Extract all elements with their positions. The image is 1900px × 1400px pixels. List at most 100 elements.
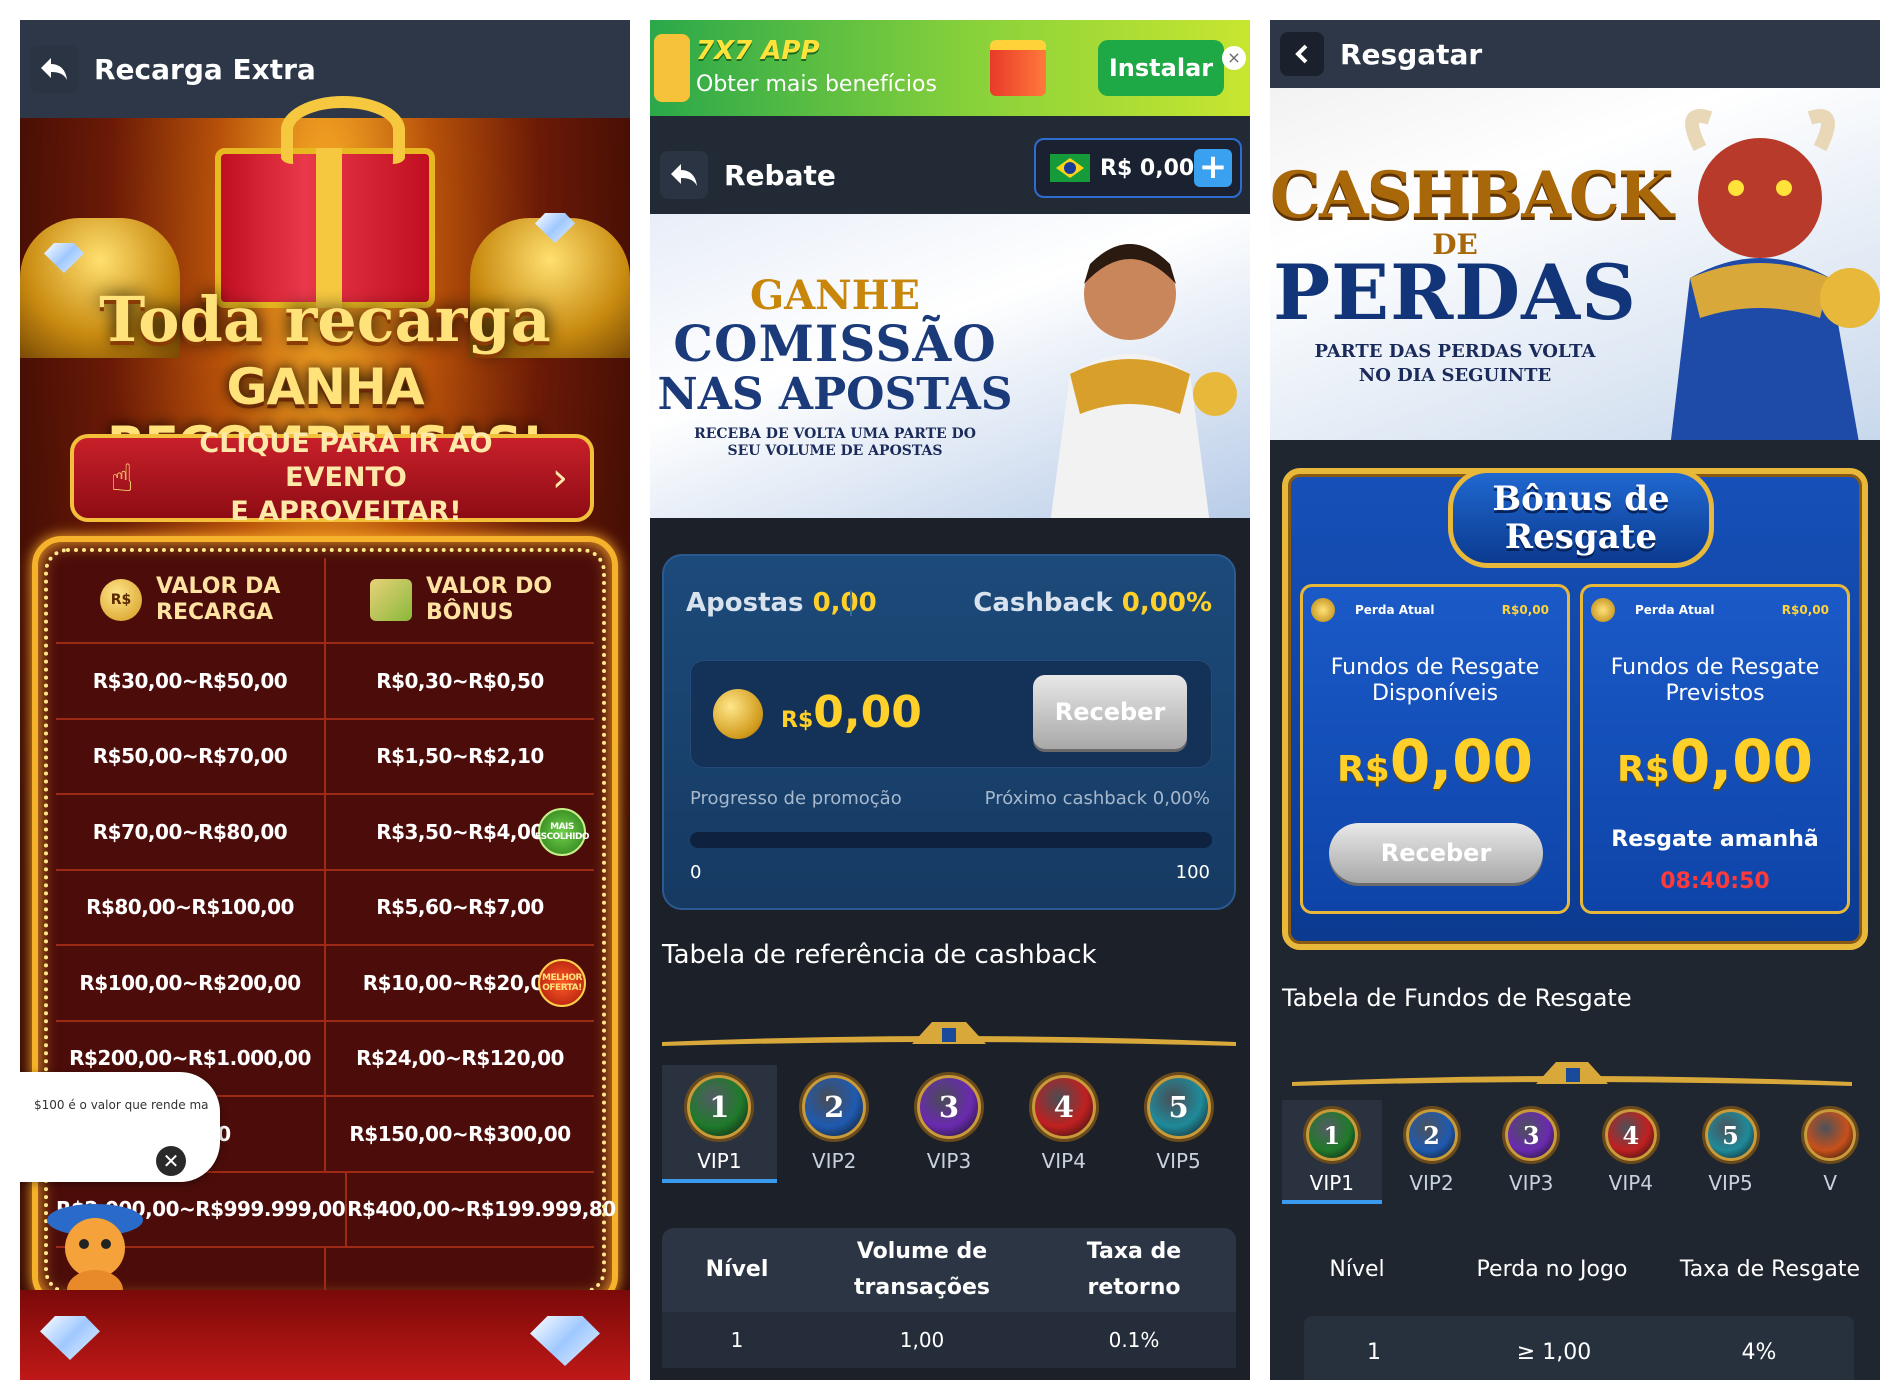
- bets-label: Apostas: [686, 588, 804, 618]
- available-funds-box: Perda Atual R$0,00 Fundos de Resgate Dis…: [1300, 584, 1570, 914]
- rate-cell: 4%: [1741, 1339, 1777, 1365]
- tab-label: V: [1823, 1171, 1838, 1195]
- plaque-line-2: Resgate: [1504, 517, 1658, 557]
- bets-value: 0,00: [812, 588, 877, 618]
- back-button[interactable]: [1280, 32, 1324, 76]
- recarga-extra-screen: Recarga Extra Toda recarga GANHA RECOMPE…: [20, 20, 630, 1380]
- table-header: Nível Volume de transações Taxa de retor…: [662, 1228, 1236, 1312]
- bonus-value-cell: R$400,00~R$199.999,80: [347, 1173, 616, 1247]
- current-loss-value: R$0,00: [1781, 603, 1829, 617]
- table-header: R$ VALOR DA RECARGA VALOR DO BÔNUS: [56, 558, 594, 644]
- cashback-label: Cashback: [973, 588, 1113, 618]
- tab-label: VIP3: [1508, 1171, 1554, 1195]
- promo-banner: Toda recarga GANHA RECOMPENSAS! ☝ CLIQUE…: [20, 96, 630, 1380]
- tab-vip-4[interactable]: 4 VIP4: [1581, 1100, 1681, 1204]
- box-title: Fundos de Resgate Previstos: [1610, 655, 1820, 706]
- col-loss-header: Perda no Jogo: [1476, 1256, 1628, 1282]
- available-amount: R$0,00: [1303, 727, 1567, 795]
- app-logo-icon: [654, 34, 690, 102]
- plaque-line-1: Bônus de: [1492, 479, 1670, 519]
- vip-badge-icon: 5: [1704, 1109, 1757, 1161]
- bonus-value-cell: R$1,50~R$2,10: [326, 720, 594, 794]
- resgatar-screen: Resgatar CASHBACK DE PERDAS PARTE DAS PE…: [1270, 20, 1880, 1380]
- vip-badge-icon: [1804, 1109, 1857, 1161]
- recharge-value-cell: R$100,00~R$200,00: [56, 946, 326, 1020]
- col-bonus-label-1: VALOR DO: [426, 574, 553, 599]
- tooltip-popup: $100 é o valor que rende ma ✕: [20, 1072, 220, 1182]
- ad-title: 7X7 APP: [696, 36, 820, 66]
- go-to-event-button[interactable]: ☝ CLIQUE PARA IR AO EVENTO E APROVEITAR!…: [70, 428, 594, 527]
- cashback-card: Apostas 0,00 Cashback 0,00% R$0,00 Receb…: [662, 554, 1236, 910]
- tab-vip-more[interactable]: V: [1780, 1100, 1880, 1204]
- recharge-value-cell: R$80,00~R$100,00: [56, 870, 326, 944]
- claim-box: R$0,00 Receber: [690, 660, 1212, 768]
- close-icon[interactable]: ✕: [156, 1146, 186, 1176]
- tab-label: VIP4: [1041, 1149, 1086, 1173]
- vip-badge-icon: 2: [802, 1075, 867, 1139]
- tab-vip-1[interactable]: 1 VIP1: [662, 1065, 777, 1183]
- section-title: Tabela de referência de cashback: [662, 940, 1097, 970]
- divider: [850, 590, 852, 616]
- loss-cell: ≥ 1,00: [1516, 1339, 1592, 1365]
- receive-button[interactable]: Receber: [1033, 675, 1187, 749]
- col-bonus-header: VALOR DO BÔNUS: [326, 558, 594, 642]
- vip-tab-bar: 1 VIP1 2 VIP2 3 VIP3 4 VIP4 5 VIP5: [662, 1065, 1236, 1183]
- rebate-screen: 7X7 APP Obter mais benefícios Instalar ×…: [650, 20, 1250, 1380]
- tab-label: VIP1: [1309, 1171, 1355, 1195]
- banner-line-1: GANHE: [749, 272, 921, 319]
- progress-min: 0: [690, 862, 702, 883]
- gold-ornament-divider: [662, 1022, 1236, 1046]
- tab-vip-5[interactable]: 5 VIP5: [1681, 1100, 1781, 1204]
- hero-character-image: [1050, 244, 1237, 518]
- table-row: R$50,00~R$70,00 R$1,50~R$2,10: [56, 719, 594, 795]
- table-row: R$30,00~R$50,00 R$0,30~R$0,50: [56, 644, 594, 720]
- amount-value: 0,00: [1389, 727, 1533, 795]
- receive-button[interactable]: Receber: [1329, 823, 1543, 883]
- close-icon[interactable]: ×: [1222, 46, 1246, 70]
- col-recharge-label-1: VALOR DA: [156, 574, 281, 599]
- bonus-value-cell: R$24,00~R$120,00: [326, 1022, 594, 1096]
- table-row: R$80,00~R$100,00 R$5,60~R$7,00: [56, 870, 594, 946]
- vip-badge-icon: 3: [916, 1075, 981, 1139]
- tab-vip-3[interactable]: 3 VIP3: [892, 1065, 1007, 1183]
- recharge-value-cell: R$50,00~R$70,00: [56, 719, 326, 793]
- current-loss-value: R$0,00: [1501, 603, 1549, 617]
- rescue-bonus-frame: Bônus de Resgate Perda Atual R$0,00 Fundo…: [1282, 468, 1868, 950]
- gold-ornament-divider: [1292, 1062, 1852, 1086]
- cashback-stat: Cashback 0,00%: [973, 588, 1212, 618]
- back-button[interactable]: [660, 151, 708, 199]
- recharge-value-cell: R$30,00~R$50,00: [56, 644, 326, 718]
- tab-vip-3[interactable]: 3 VIP3: [1481, 1100, 1581, 1204]
- balance-widget: R$ 0,00 +: [1034, 138, 1242, 198]
- tab-vip-4[interactable]: 4 VIP4: [1006, 1065, 1121, 1183]
- cta-line-1: CLIQUE PARA IR AO EVENTO: [199, 428, 493, 493]
- vip-badge-icon: 1: [687, 1075, 752, 1139]
- bonus-value-text: R$150,00~R$300,00: [349, 1121, 571, 1146]
- coin-icon: [1591, 598, 1615, 622]
- back-arrow-icon: [671, 164, 697, 186]
- vip-badge-icon: 2: [1405, 1109, 1458, 1161]
- tab-vip-5[interactable]: 5 VIP5: [1121, 1065, 1236, 1183]
- claim-amount: R$0,00: [781, 687, 922, 738]
- bonus-value-text: R$400,00~R$199.999,80: [347, 1197, 616, 1222]
- brazil-flag-icon: [1050, 154, 1090, 182]
- tab-vip-2[interactable]: 2 VIP2: [777, 1065, 892, 1183]
- progress-max: 100: [1175, 862, 1210, 883]
- vip-badge-icon: 3: [1505, 1109, 1558, 1161]
- tab-vip-2[interactable]: 2 VIP2: [1382, 1100, 1482, 1204]
- expected-amount: R$0,00: [1583, 727, 1847, 795]
- banner-headline: Toda recarga: [99, 283, 551, 356]
- install-button[interactable]: Instalar: [1098, 40, 1224, 96]
- pointing-hand-icon: ☝: [110, 456, 134, 500]
- rate-cell: 0.1%: [1108, 1328, 1160, 1352]
- minotaur-character-image: [1670, 109, 1880, 440]
- tab-vip-1[interactable]: 1 VIP1: [1282, 1100, 1382, 1204]
- tab-label: VIP4: [1608, 1171, 1654, 1195]
- col-volume-header: Volume de transações: [854, 1239, 990, 1300]
- cta-line-2: E APROVEITAR!: [230, 496, 462, 527]
- bonus-value-text: R$24,00~R$120,00: [356, 1046, 564, 1071]
- deposit-plus-button[interactable]: +: [1194, 149, 1232, 187]
- bonus-value-cell: R$0,30~R$0,50: [326, 644, 594, 718]
- bets-stat: Apostas 0,00: [686, 588, 877, 618]
- back-button[interactable]: [30, 45, 78, 93]
